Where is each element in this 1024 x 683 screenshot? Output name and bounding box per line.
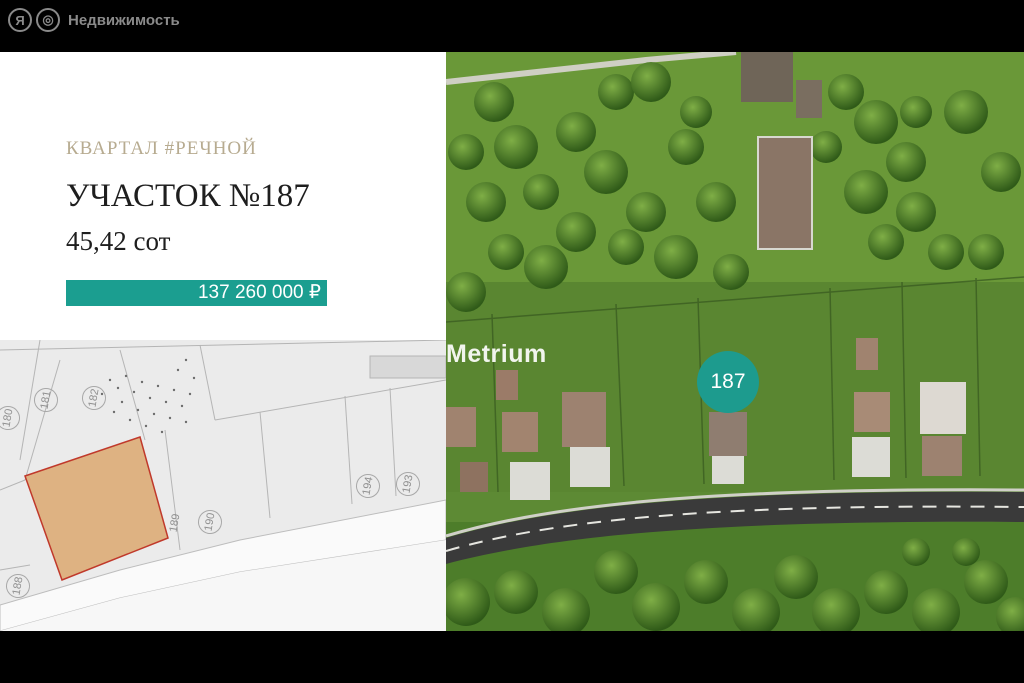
plot-area: 45,42 сот xyxy=(66,226,171,256)
info-panel: КВАРТАЛ #РЕЧНОЙ УЧАСТОК №187 45,42 сот 1… xyxy=(0,52,446,631)
aerial-render: Metrium xyxy=(446,52,1024,631)
plot-marker-187[interactable]: 187 xyxy=(697,351,759,413)
district-label: КВАРТАЛ #РЕЧНОЙ xyxy=(66,138,257,159)
bottom-bar xyxy=(0,631,1024,683)
realty-logo-icon: ◎ xyxy=(36,8,60,32)
logo-title: Недвижимость xyxy=(68,11,180,29)
plot-title: УЧАСТОК №187 xyxy=(66,178,310,214)
metrium-watermark: Metrium xyxy=(446,340,547,368)
price-badge: 137 260 000 ₽ xyxy=(66,280,327,306)
listing-image: КВАРТАЛ #РЕЧНОЙ УЧАСТОК №187 45,42 сот 1… xyxy=(0,52,1024,631)
plot-number-189: 189 xyxy=(167,512,183,534)
site-plan: 180 181 182 194 193 190 189 188 xyxy=(0,340,446,631)
top-bar: Я ◎ Недвижимость xyxy=(0,0,1024,52)
yandex-realty-logo[interactable]: Я ◎ Недвижимость xyxy=(8,8,180,32)
yandex-logo-icon: Я xyxy=(8,8,32,32)
